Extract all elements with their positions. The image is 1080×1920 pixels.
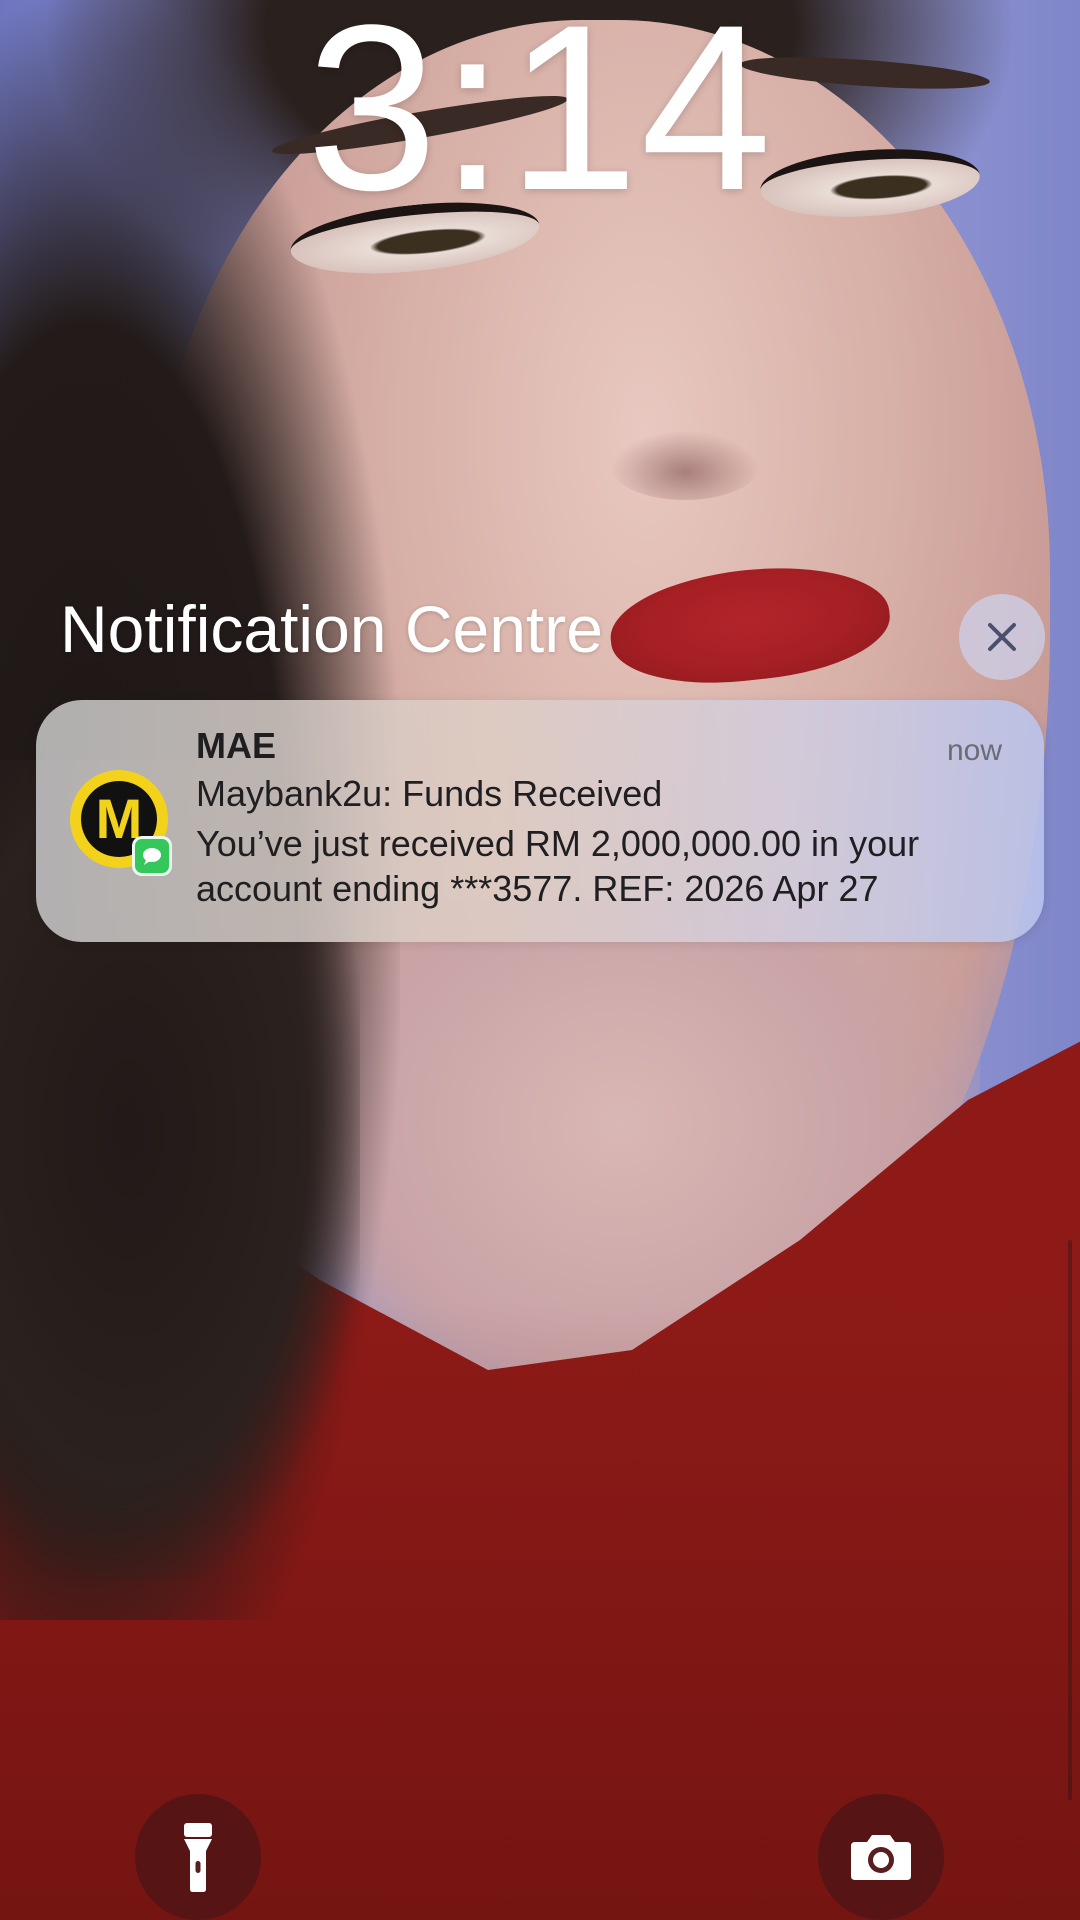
lock-screen: 3:14 Notification Centre M MAE now Mayba… (0, 0, 1080, 1920)
notification-card[interactable]: M MAE now Maybank2u: Funds Received You’… (36, 700, 1044, 942)
scroll-indicator (1068, 1240, 1072, 1800)
close-icon (988, 623, 1016, 651)
wallpaper-photo (0, 0, 1080, 1920)
flashlight-icon (184, 1823, 212, 1892)
notification-title: Maybank2u: Funds Received (196, 773, 663, 814)
camera-icon (851, 1835, 911, 1880)
notification-centre-title: Notification Centre (60, 592, 603, 666)
clear-notifications-button[interactable] (959, 594, 1045, 680)
notification-timestamp: now (946, 734, 1002, 767)
lock-screen-clock: 3:14 (306, 0, 774, 240)
notification-app-name: MAE (196, 725, 276, 766)
camera-button[interactable] (818, 1794, 944, 1920)
notification-body: You’ve just received RM 2,000,000.00 in … (196, 823, 920, 909)
flashlight-button[interactable] (135, 1794, 261, 1920)
messages-icon (132, 836, 172, 876)
